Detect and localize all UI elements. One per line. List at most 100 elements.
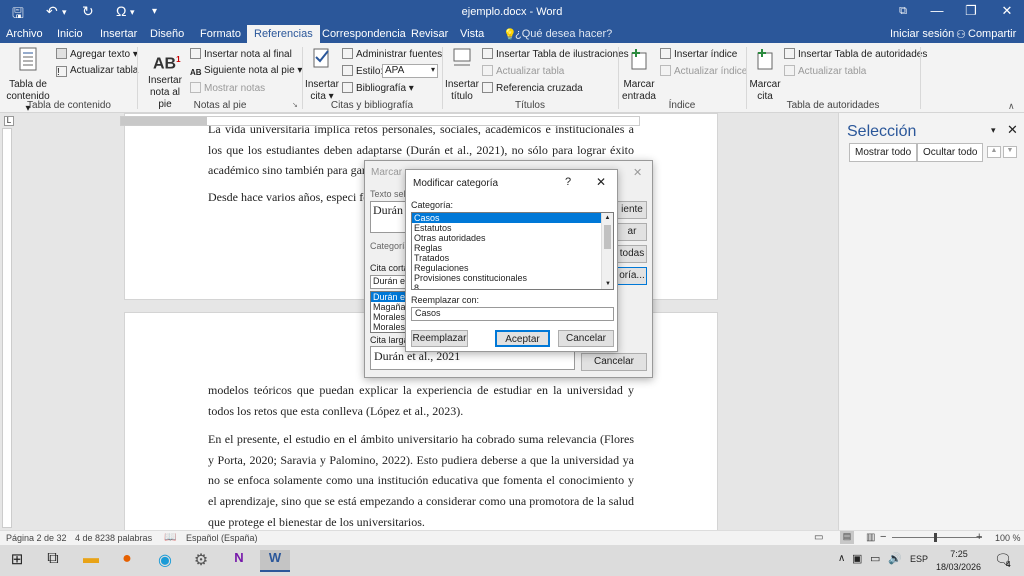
horizontal-ruler[interactable] [120,116,640,126]
bibliography-button[interactable]: Bibliografía ▾ [342,82,414,94]
minimize-button[interactable]: — [920,3,954,18]
pane-close-icon[interactable]: ✕ [1007,122,1018,138]
short-citation-list[interactable]: Durán et Magaña Morales Morales, [370,291,410,333]
share-button[interactable]: Compartir [968,28,1016,40]
list-item[interactable]: Provisiones constitucionales [412,273,613,283]
clock-time[interactable]: 7:25 [945,549,973,559]
vertical-ruler[interactable] [2,128,12,528]
help-icon[interactable]: ? [565,176,571,188]
list-scrollbar[interactable]: ▲ ▼ [601,213,613,289]
list-item[interactable]: Reglas [412,243,613,253]
page-count[interactable]: Página 2 de 32 [6,533,67,543]
insert-caption-button[interactable]: Insertar título [444,47,480,103]
tray-app-icon[interactable]: ▣ [852,552,862,565]
selected-text-box[interactable]: Durán [370,201,410,233]
list-item[interactable]: Otras autoridades [412,233,613,243]
update-figures-table-button[interactable]: Actualizar tabla [482,65,564,77]
tab-selector[interactable]: L [4,116,14,126]
update-authorities-table-button[interactable]: Actualizar tabla [784,65,866,77]
file-explorer-icon[interactable]: ▬ [76,550,106,572]
print-layout-icon[interactable]: ▤ [840,531,854,544]
mark-entry-button[interactable]: Marcar entrada [620,47,658,103]
next-footnote-button[interactable]: AB Siguiente nota al pie ▾ [190,65,302,79]
zoom-slider[interactable] [892,537,982,538]
category-button[interactable]: oría... [617,267,647,285]
move-up-icon[interactable]: ▲ [987,146,1001,158]
tell-me-search[interactable]: ¿Qué desea hacer? [515,28,612,40]
replace-with-input[interactable]: Casos [411,307,614,321]
list-item[interactable]: 8 [412,283,613,289]
list-item[interactable]: Morales, [371,322,409,332]
ok-button[interactable]: Aceptar [495,330,550,347]
edge-icon[interactable]: ◉ [150,550,180,572]
sign-in-link[interactable]: Iniciar sesión [890,28,954,40]
tab-diseno[interactable]: Diseño [150,28,184,40]
firefox-icon[interactable]: ● [112,550,142,572]
scroll-thumb[interactable] [604,225,611,249]
zoom-out-button[interactable]: − [880,531,886,543]
list-item[interactable]: Casos [412,213,613,223]
list-item[interactable]: Estatutos [412,223,613,233]
list-item[interactable]: Durán et [371,292,409,302]
tab-correspondencia[interactable]: Correspondencia [322,28,406,40]
show-all-button[interactable]: Mostrar todo [849,143,918,162]
list-item[interactable]: Morales [371,312,409,322]
word-icon[interactable]: W [260,550,290,572]
cross-reference-button[interactable]: Referencia cruzada [482,82,583,94]
insert-endnote-button[interactable]: Insertar nota al final [190,48,292,60]
tab-formato[interactable]: Formato [200,28,241,40]
move-down-icon[interactable]: ▼ [1003,146,1017,158]
input-language[interactable]: ESP [910,554,928,564]
dialog-launcher-icon[interactable]: ↘ [292,101,298,109]
tray-expand-icon[interactable]: ∧ [838,553,845,564]
tab-vista[interactable]: Vista [460,28,484,40]
short-citation-input[interactable]: Durán et [370,275,410,289]
task-view-icon[interactable]: ⧉ [38,550,68,572]
manage-sources-button[interactable]: Administrar fuentes [342,48,442,60]
zoom-slider-thumb[interactable] [934,533,937,542]
network-icon[interactable]: ▭ [870,552,880,565]
tab-inicio[interactable]: Inicio [57,28,83,40]
modify-category-close-icon[interactable]: ✕ [596,175,606,189]
update-index-button[interactable]: Actualizar índice [660,65,747,77]
pane-options-icon[interactable]: ▾ [991,125,996,136]
mark-button[interactable]: ar [617,223,647,241]
modify-category-cancel-button[interactable]: Cancelar [558,330,614,347]
clock-date[interactable]: 18/03/2026 [936,562,981,572]
next-button[interactable]: iente [617,201,647,219]
insert-citation-button[interactable]: Insertar cita ▾ [304,47,340,103]
proofing-icon[interactable]: 📖 [164,532,176,543]
ribbon-display-icon[interactable]: ⧉ [886,5,920,18]
word-count[interactable]: 4 de 8238 palabras [75,533,152,543]
category-list[interactable]: Casos Estatutos Otras autoridades Reglas… [411,212,614,290]
volume-icon[interactable]: 🔊 [888,552,902,565]
mark-citation-cancel-button[interactable]: Cancelar [581,353,647,371]
add-text-button[interactable]: Agregar texto ▾ [56,48,138,60]
list-item[interactable]: Regulaciones [412,263,613,273]
zoom-in-button[interactable]: + [976,531,982,543]
zoom-level[interactable]: 100 % [995,533,1021,543]
tab-revisar[interactable]: Revisar [411,28,448,40]
tab-referencias[interactable]: Referencias [247,25,320,44]
list-item[interactable]: Tratados [412,253,613,263]
mark-all-button[interactable]: todas [617,245,647,263]
settings-app-icon[interactable]: ⚙ [186,550,216,572]
show-notes-button[interactable]: Mostrar notas [190,82,265,94]
scroll-down-icon[interactable]: ▼ [602,279,613,289]
style-dropdown[interactable]: APA ▾ [382,64,438,78]
language-indicator[interactable]: Español (España) [186,533,258,543]
insert-table-of-authorities-button[interactable]: Insertar Tabla de autoridades [784,48,927,60]
insert-index-button[interactable]: Insertar índice [660,48,737,60]
read-mode-icon[interactable]: ▭ [814,532,823,543]
tab-insertar[interactable]: Insertar [100,28,137,40]
start-icon[interactable]: ⊞ [2,550,32,572]
maximize-button[interactable]: ❐ [954,3,988,19]
replace-button[interactable]: Reemplazar [411,330,468,347]
scroll-up-icon[interactable]: ▲ [602,213,613,223]
update-table-button[interactable]: ! Actualizar tabla [56,65,138,78]
mark-citation-close-icon[interactable]: ✕ [633,166,642,179]
web-layout-icon[interactable]: ▥ [866,532,875,543]
mark-citation-button[interactable]: Marcar cita [748,47,782,103]
insert-table-of-figures-button[interactable]: Insertar Tabla de ilustraciones [482,48,629,60]
list-item[interactable]: Magaña [371,302,409,312]
